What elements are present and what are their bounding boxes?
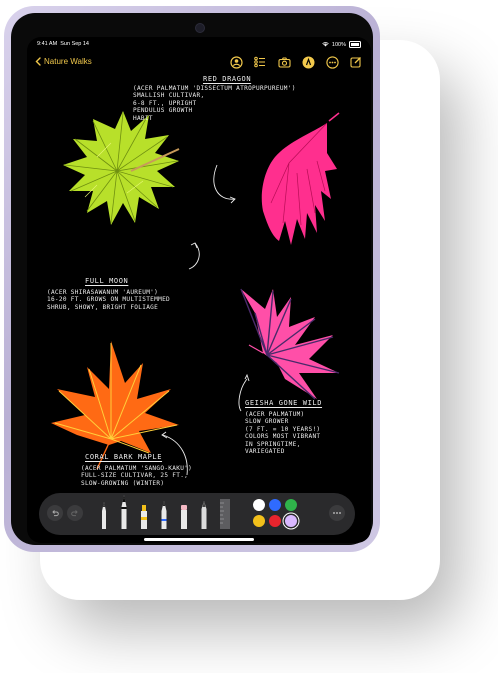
front-camera-icon <box>195 23 205 33</box>
swatch-yellow[interactable] <box>253 515 265 527</box>
toolbar-more-button[interactable] <box>329 505 345 521</box>
back-label: Nature Walks <box>44 57 92 66</box>
coral-bark-maple-leaf-drawing <box>51 341 179 470</box>
ipad-device: 9:41 AM Sun Sep 14 100% Nature Walks RED… <box>4 6 380 552</box>
status-time: 9:41 AM <box>37 41 58 47</box>
redo-icon <box>71 510 78 517</box>
bezel: 9:41 AM Sun Sep 14 100% Nature Walks RED… <box>11 13 373 545</box>
nav-actions <box>229 55 363 69</box>
swatch-white[interactable] <box>253 499 265 511</box>
collaborate-icon[interactable] <box>229 55 243 69</box>
nav-bar: Nature Walks <box>35 55 363 73</box>
full-moon-note: (ACER SHIRASAWANUM 'AUREUM') 16-20 FT. G… <box>47 289 171 311</box>
battery-percent: 100% <box>331 41 346 48</box>
undo-icon <box>52 510 59 517</box>
full-moon-arrow <box>188 242 200 270</box>
swatch-blue[interactable] <box>269 499 281 511</box>
red-dragon-arrow <box>213 164 236 200</box>
checklist-icon[interactable] <box>253 55 267 69</box>
redo-button[interactable] <box>67 505 83 521</box>
compose-icon[interactable] <box>349 55 363 69</box>
note-canvas[interactable]: RED DRAGON (ACER PALMATUM 'DISSECTUM ATR… <box>27 73 371 493</box>
full-moon-title: FULL MOON <box>85 277 129 285</box>
red-dragon-leaf-drawing <box>261 112 340 245</box>
home-indicator <box>144 538 254 541</box>
back-button[interactable]: Nature Walks <box>35 57 92 66</box>
screen: 9:41 AM Sun Sep 14 100% Nature Walks RED… <box>27 37 371 543</box>
highlighter-icon[interactable] <box>139 503 149 529</box>
red-dragon-note: (ACER PALMATUM 'DISSECTUM ATROPURPUREUM'… <box>133 85 296 122</box>
undo-button[interactable] <box>47 505 63 521</box>
markup-icon[interactable] <box>301 55 315 69</box>
swatch-selected-lilac[interactable] <box>285 515 297 527</box>
back-chevron-icon <box>35 57 41 66</box>
ruler-icon[interactable] <box>219 497 231 529</box>
status-time-date: 9:41 AM Sun Sep 14 <box>37 41 89 47</box>
geisha-note: (ACER PALMATUM) SLOW GROWER (7 FT. = 10 … <box>245 411 321 456</box>
geisha-title: GEISHA GONE WILD <box>245 399 323 407</box>
red-dragon-title: RED DRAGON <box>203 75 252 83</box>
camera-icon[interactable] <box>277 55 291 69</box>
swatch-green[interactable] <box>285 499 297 511</box>
wifi-icon <box>322 42 329 47</box>
markup-toolbar <box>39 493 355 535</box>
swatch-red[interactable] <box>269 515 281 527</box>
more-icon[interactable] <box>325 55 339 69</box>
status-bar: 9:41 AM Sun Sep 14 100% <box>37 41 361 51</box>
annotation-arrows <box>161 164 250 476</box>
battery-icon <box>349 41 361 48</box>
fountain-pen-icon[interactable] <box>119 493 129 529</box>
status-right: 100% <box>322 41 361 48</box>
crayon-icon[interactable] <box>199 499 209 529</box>
eraser-icon[interactable] <box>179 503 189 529</box>
more-icon <box>333 512 341 514</box>
coral-title: CORAL BARK MAPLE <box>85 453 163 461</box>
monoline-pen-icon[interactable] <box>99 499 109 529</box>
coral-note: (ACER PALMATUM 'SANGO-KAKU') FULL-SIZE C… <box>81 465 193 487</box>
geisha-gone-wild-leaf-drawing <box>240 288 340 400</box>
status-date: Sun Sep 14 <box>60 41 89 47</box>
full-moon-leaf-drawing <box>63 111 180 225</box>
pencil-icon[interactable] <box>159 499 169 529</box>
